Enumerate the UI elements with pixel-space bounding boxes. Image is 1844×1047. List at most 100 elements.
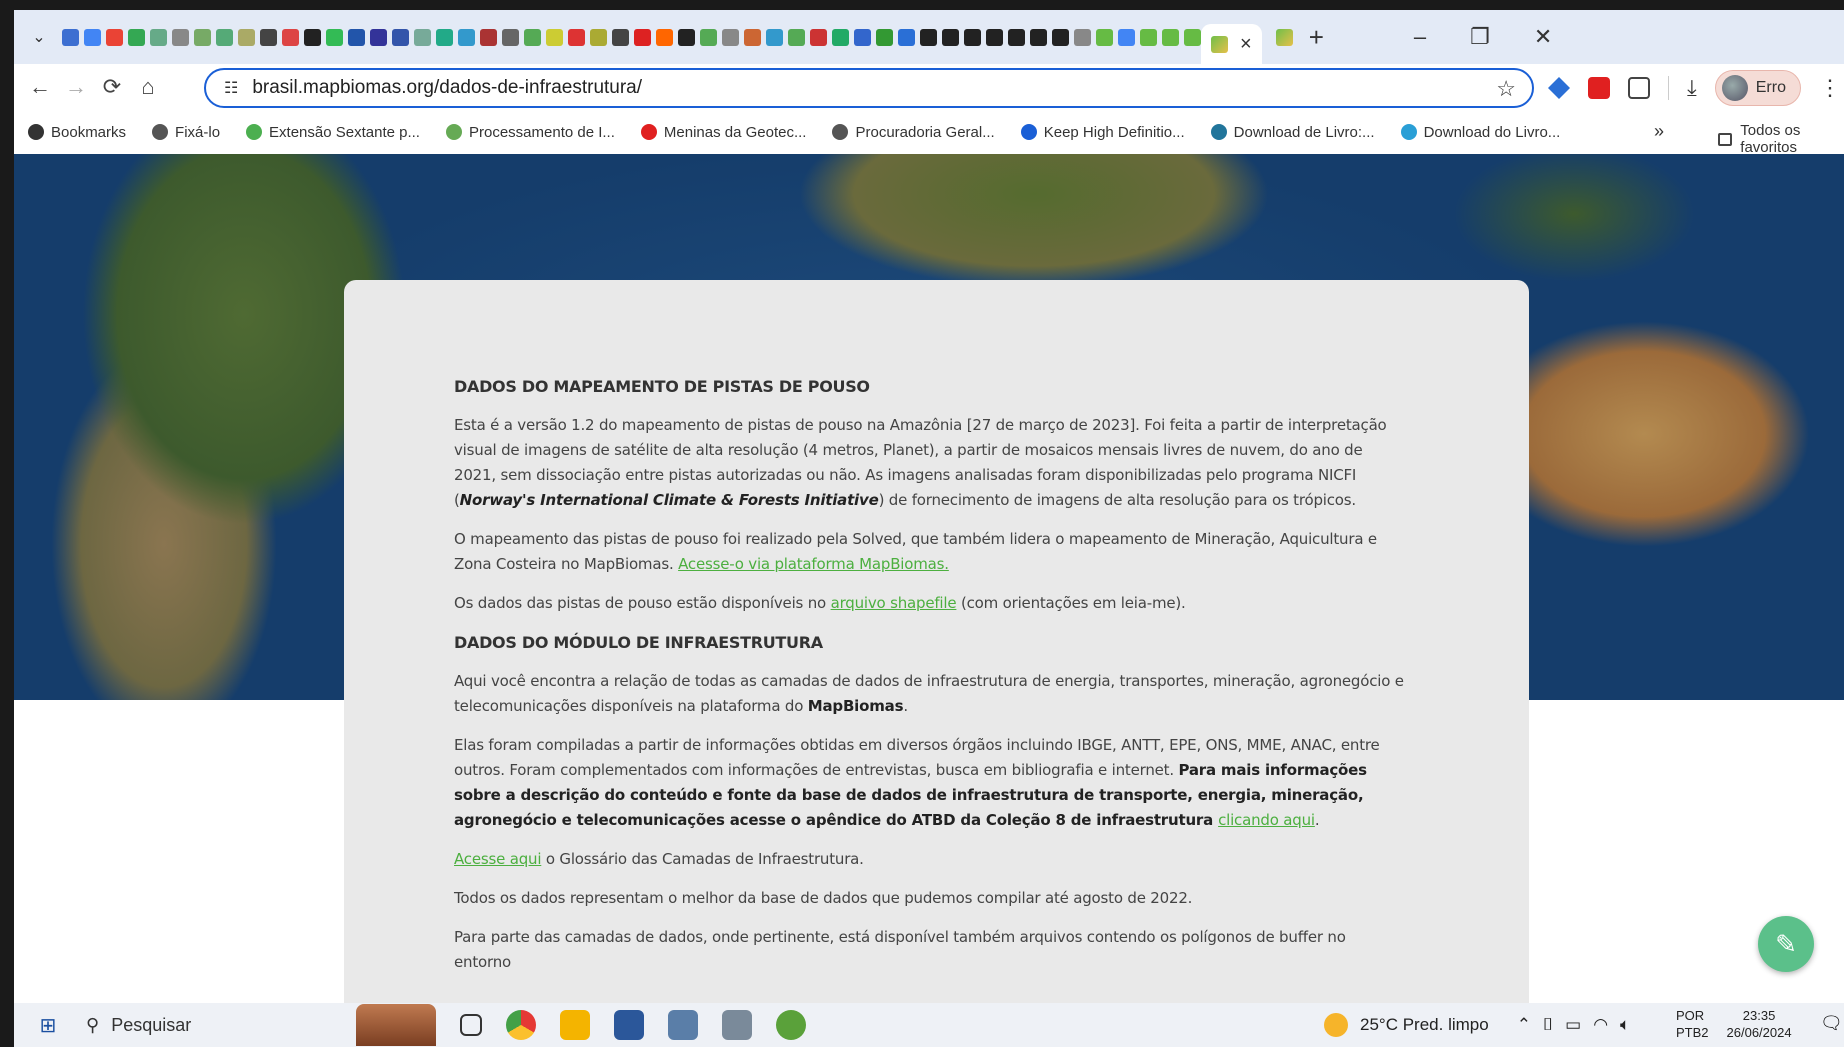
pinned-tab-favicon-icon[interactable] xyxy=(502,28,519,46)
pinned-tab-favicon-icon[interactable] xyxy=(590,28,607,46)
url-text[interactable]: brasil.mapbiomas.org/dados-de-infraestru… xyxy=(252,77,642,99)
pinned-tab-favicon-icon[interactable] xyxy=(568,28,585,46)
pinned-tab-favicon-icon[interactable] xyxy=(1074,28,1091,46)
pinned-tab-favicon-icon[interactable] xyxy=(370,28,387,46)
pinned-tab-favicon-icon[interactable] xyxy=(964,28,981,46)
pinned-tab-favicon-icon[interactable] xyxy=(788,28,805,46)
battery-icon[interactable]: ▭ xyxy=(1565,1015,1581,1035)
profile-button[interactable]: Erro xyxy=(1714,70,1801,106)
forward-icon[interactable]: → xyxy=(58,74,94,100)
pinned-tab-favicon-icon[interactable] xyxy=(84,28,101,46)
windows-start-icon[interactable]: ⊞ xyxy=(28,1013,68,1038)
notifications-icon[interactable]: 🗨︎ xyxy=(1820,1013,1843,1034)
download-icon[interactable]: ⤓ xyxy=(1687,75,1697,101)
bookmark-star-icon[interactable]: ☆ xyxy=(1496,76,1516,102)
tab-favicon-icon[interactable] xyxy=(1275,28,1293,46)
language-indicator[interactable]: POR PTB2 xyxy=(1676,1007,1709,1041)
chevron-up-icon[interactable]: ⌃ xyxy=(1517,1015,1531,1035)
home-icon[interactable]: ⌂ xyxy=(130,74,166,100)
task-view-icon[interactable] xyxy=(460,1014,482,1036)
bookmark-item[interactable]: Download do Livro... xyxy=(1400,124,1560,141)
pinned-tab-favicon-icon[interactable] xyxy=(1162,28,1179,46)
pinned-tab-favicon-icon[interactable] xyxy=(282,28,299,46)
pinned-tab-favicon-icon[interactable] xyxy=(150,28,167,46)
bookmark-item[interactable]: Fixá-lo xyxy=(152,124,220,141)
pinned-tab-favicon-icon[interactable] xyxy=(546,28,563,46)
bookmarks-overflow-button[interactable]: » xyxy=(1654,121,1664,142)
tab-close-icon[interactable]: × xyxy=(1240,33,1252,56)
pinned-tab-favicon-icon[interactable] xyxy=(744,28,761,46)
file-explorer-icon[interactable] xyxy=(560,1010,590,1040)
bookmark-item[interactable]: Bookmarks xyxy=(28,124,126,141)
pinned-tab-favicon-icon[interactable] xyxy=(920,28,937,46)
bookmark-item[interactable]: Procuradoria Geral... xyxy=(832,124,995,141)
pinned-tab-favicon-icon[interactable] xyxy=(942,28,959,46)
tablet-icon[interactable]: ⌷ xyxy=(1543,1015,1553,1035)
youtube-extension-icon[interactable] xyxy=(1588,77,1610,99)
qgis-icon[interactable] xyxy=(776,1010,806,1040)
close-window-button[interactable]: ✕ xyxy=(1534,24,1552,50)
pinned-tab-favicon-icon[interactable] xyxy=(326,28,343,46)
pinned-tab-favicon-icon[interactable] xyxy=(678,28,695,46)
bookmark-item[interactable]: Meninas da Geotec... xyxy=(640,124,806,141)
pinned-tab-favicon-icon[interactable] xyxy=(128,28,145,46)
all-bookmarks-folder[interactable]: Todos os favoritos xyxy=(1718,122,1844,156)
extension-icon[interactable] xyxy=(1548,77,1570,99)
pinned-tab-favicon-icon[interactable] xyxy=(700,28,717,46)
pinned-tab-favicon-icon[interactable] xyxy=(458,28,475,46)
floating-edit-button[interactable]: ✎ xyxy=(1758,916,1814,972)
pinned-tab-favicon-icon[interactable] xyxy=(480,28,497,46)
pinned-tab-favicon-icon[interactable] xyxy=(216,28,233,46)
tab-search-dropdown-icon[interactable]: ⌄ xyxy=(26,24,52,50)
link-acesse-aqui[interactable]: Acesse aqui xyxy=(454,850,541,868)
bookmark-item[interactable]: Download de Livro:... xyxy=(1210,124,1375,141)
minimize-button[interactable]: – xyxy=(1414,24,1426,50)
bookmark-item[interactable]: Keep High Definitio... xyxy=(1020,124,1185,141)
pinned-tab-favicon-icon[interactable] xyxy=(1052,28,1069,46)
link-plataforma-mapbiomas[interactable]: Acesse-o via plataforma MapBiomas. xyxy=(678,555,949,573)
datetime[interactable]: 23:35 26/06/2024 xyxy=(1727,1007,1792,1041)
pinned-tab-favicon-icon[interactable] xyxy=(656,28,673,46)
network-app-icon[interactable] xyxy=(722,1010,752,1040)
pinned-tab-favicon-icon[interactable] xyxy=(62,28,79,46)
pinned-tab-favicon-icon[interactable] xyxy=(524,28,541,46)
pinned-tab-favicon-icon[interactable] xyxy=(612,28,629,46)
bookmark-item[interactable]: Processamento de I... xyxy=(445,124,615,141)
chrome-icon[interactable] xyxy=(506,1010,536,1040)
address-bar[interactable]: ☷ brasil.mapbiomas.org/dados-de-infraest… xyxy=(204,68,1534,108)
pinned-tab-favicon-icon[interactable] xyxy=(634,28,651,46)
pinned-tab-favicon-icon[interactable] xyxy=(1118,28,1135,46)
restore-button[interactable]: ❐ xyxy=(1470,24,1490,50)
pinned-tab-favicon-icon[interactable] xyxy=(238,28,255,46)
pinned-tab-favicon-icon[interactable] xyxy=(722,28,739,46)
clock[interactable]: POR PTB2 23:35 26/06/2024 xyxy=(1676,1007,1792,1041)
word-icon[interactable] xyxy=(614,1010,644,1040)
volume-icon[interactable]: 🔈︎ xyxy=(1620,1015,1630,1035)
extensions-puzzle-icon[interactable] xyxy=(1628,77,1650,99)
pinned-tab-favicon-icon[interactable] xyxy=(986,28,1003,46)
pinned-tab-favicon-icon[interactable] xyxy=(766,28,783,46)
pinned-tab-favicon-icon[interactable] xyxy=(1008,28,1025,46)
pinned-tab-favicon-icon[interactable] xyxy=(392,28,409,46)
reload-icon[interactable]: ⟳ xyxy=(94,74,130,100)
pinned-tab-favicon-icon[interactable] xyxy=(106,28,123,46)
bookmark-item[interactable]: Extensão Sextante p... xyxy=(246,124,420,141)
pinned-tab-favicon-icon[interactable] xyxy=(1096,28,1113,46)
pinned-tab-favicon-icon[interactable] xyxy=(260,28,277,46)
link-arquivo-shapefile[interactable]: arquivo shapefile xyxy=(831,594,957,612)
weather-text[interactable]: 25°C Pred. limpo xyxy=(1360,1015,1489,1035)
pinned-tab-favicon-icon[interactable] xyxy=(1140,28,1157,46)
pinned-tab-favicon-icon[interactable] xyxy=(348,28,365,46)
pinned-tab-favicon-icon[interactable] xyxy=(1030,28,1047,46)
taskbar-search[interactable]: ⚲ Pesquisar xyxy=(86,1015,356,1036)
pinned-tab-favicon-icon[interactable] xyxy=(436,28,453,46)
pinned-tab-favicon-icon[interactable] xyxy=(898,28,915,46)
wifi-icon[interactable]: ◠ xyxy=(1593,1015,1608,1035)
pinned-tab-favicon-icon[interactable] xyxy=(304,28,321,46)
new-tab-button[interactable]: + xyxy=(1309,22,1324,53)
back-icon[interactable]: ← xyxy=(22,74,58,100)
pinned-tab-favicon-icon[interactable] xyxy=(810,28,827,46)
app-icon[interactable] xyxy=(668,1010,698,1040)
pinned-tab-favicon-icon[interactable] xyxy=(832,28,849,46)
site-info-icon[interactable]: ☷ xyxy=(224,78,238,98)
